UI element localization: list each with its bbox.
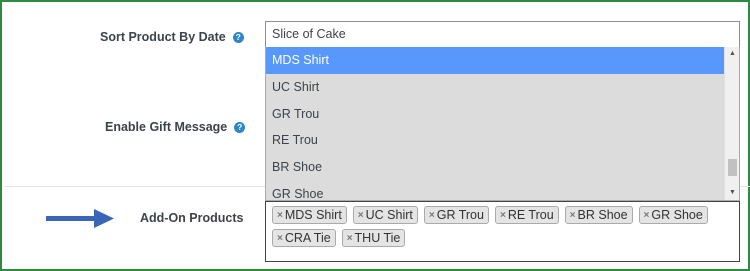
remove-tag-icon[interactable]: ×: [277, 233, 283, 244]
tag-label: GR Trou: [436, 208, 484, 222]
help-icon[interactable]: ?: [234, 121, 246, 133]
add-on-products-label: Add-On Products: [140, 211, 244, 225]
tag-label: UC Shirt: [365, 208, 413, 222]
sort-product-by-date-label: Sort Product By Date: [100, 30, 226, 44]
dropdown-option[interactable]: UC Shirt: [266, 74, 739, 101]
tag-chip: × THU Tie: [341, 229, 406, 247]
settings-panel: Sort Product By Date ? Enable Gift Messa…: [0, 0, 750, 271]
tag-chip: × RE Trou: [494, 206, 559, 224]
tag-label: MDS Shirt: [284, 208, 342, 222]
dropdown-option[interactable]: BR Shoe: [266, 154, 739, 181]
tag-chip: × MDS Shirt: [272, 206, 347, 224]
tag-label: THU Tie: [354, 231, 401, 245]
enable-gift-message-row: Enable Gift Message ?: [105, 119, 246, 135]
help-glyph: ?: [237, 122, 243, 132]
dropdown-option[interactable]: GR Shoe: [266, 181, 739, 200]
tag-chip: × GR Shoe: [638, 206, 708, 224]
add-on-products-multiselect[interactable]: × MDS Shirt × UC Shirt × GR Trou × RE Trou ×…: [265, 201, 740, 262]
remove-tag-icon[interactable]: ×: [347, 233, 353, 244]
help-glyph: ?: [235, 32, 241, 42]
sort-product-by-date-row: Sort Product By Date ?: [100, 29, 244, 45]
remove-tag-icon[interactable]: ×: [358, 210, 364, 221]
search-value: Slice of Cake: [272, 27, 346, 41]
tag-label: CRA Tie: [284, 231, 331, 245]
tag-label: GR Shoe: [651, 208, 703, 222]
remove-tag-icon[interactable]: ×: [570, 210, 576, 221]
product-dropdown-list[interactable]: MDS Shirt UC Shirt GR Trou RE Trou BR Sh…: [265, 47, 740, 201]
tag-chip: × BR Shoe: [564, 206, 633, 224]
product-search-input[interactable]: Slice of Cake: [265, 21, 740, 47]
remove-tag-icon[interactable]: ×: [644, 210, 650, 221]
dropdown-scrollbar[interactable]: ▲ ▼: [724, 47, 739, 200]
scroll-down-icon[interactable]: ▼: [725, 187, 739, 199]
dropdown-option[interactable]: GR Trou: [266, 101, 739, 128]
selected-tags: × MDS Shirt × UC Shirt × GR Trou × RE Trou ×…: [272, 206, 735, 247]
tag-label: RE Trou: [507, 208, 554, 222]
remove-tag-icon[interactable]: ×: [277, 210, 283, 221]
remove-tag-icon[interactable]: ×: [500, 210, 506, 221]
add-on-products-row: Add-On Products: [140, 210, 243, 226]
dropdown-option[interactable]: RE Trou: [266, 127, 739, 154]
scrollbar-thumb[interactable]: [728, 159, 737, 176]
right-arrow-pointer: [46, 209, 114, 228]
tag-label: BR Shoe: [577, 208, 628, 222]
tag-chip: × UC Shirt: [352, 206, 418, 224]
remove-tag-icon[interactable]: ×: [429, 210, 435, 221]
enable-gift-message-label: Enable Gift Message: [105, 120, 228, 134]
tag-chip: × CRA Tie: [272, 229, 336, 247]
tag-chip: × GR Trou: [423, 206, 489, 224]
scroll-up-icon[interactable]: ▲: [725, 48, 739, 60]
help-icon[interactable]: ?: [232, 31, 244, 43]
dropdown-option[interactable]: MDS Shirt: [266, 47, 739, 74]
